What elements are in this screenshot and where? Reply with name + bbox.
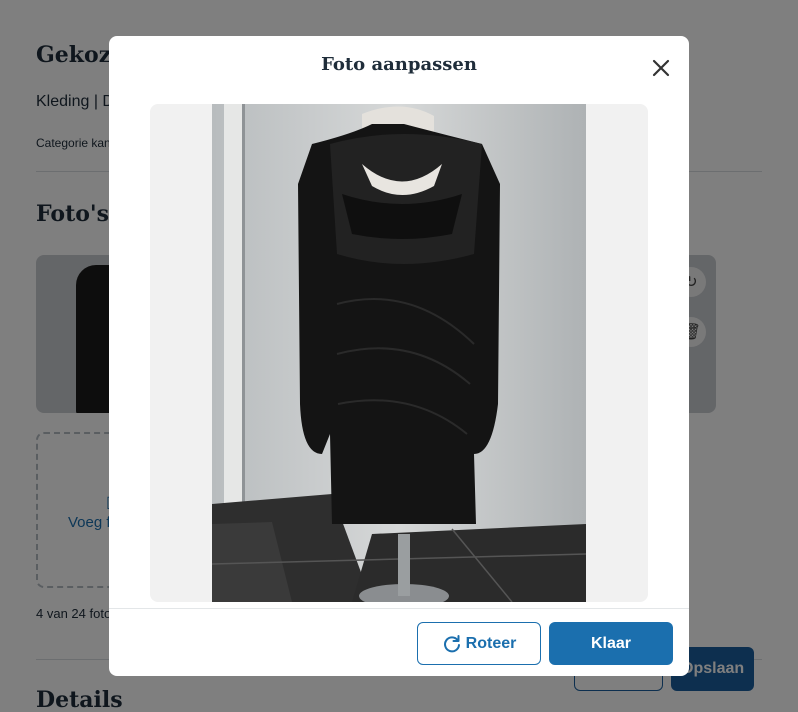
close-icon <box>652 59 670 77</box>
dialog-title: Foto aanpassen <box>321 54 477 75</box>
done-button[interactable]: Klaar <box>549 622 673 665</box>
photo-preview-area <box>150 104 648 602</box>
rotate-icon <box>443 634 460 652</box>
edit-photo-dialog: Foto aanpassen Roteer Klaar <box>109 36 689 676</box>
rotate-label: Roteer <box>465 634 517 652</box>
photo-preview <box>212 104 586 602</box>
rotate-button[interactable]: Roteer <box>417 622 541 665</box>
dialog-footer: Roteer Klaar <box>109 608 689 676</box>
close-button[interactable] <box>645 54 677 82</box>
dress-photo <box>212 104 586 602</box>
